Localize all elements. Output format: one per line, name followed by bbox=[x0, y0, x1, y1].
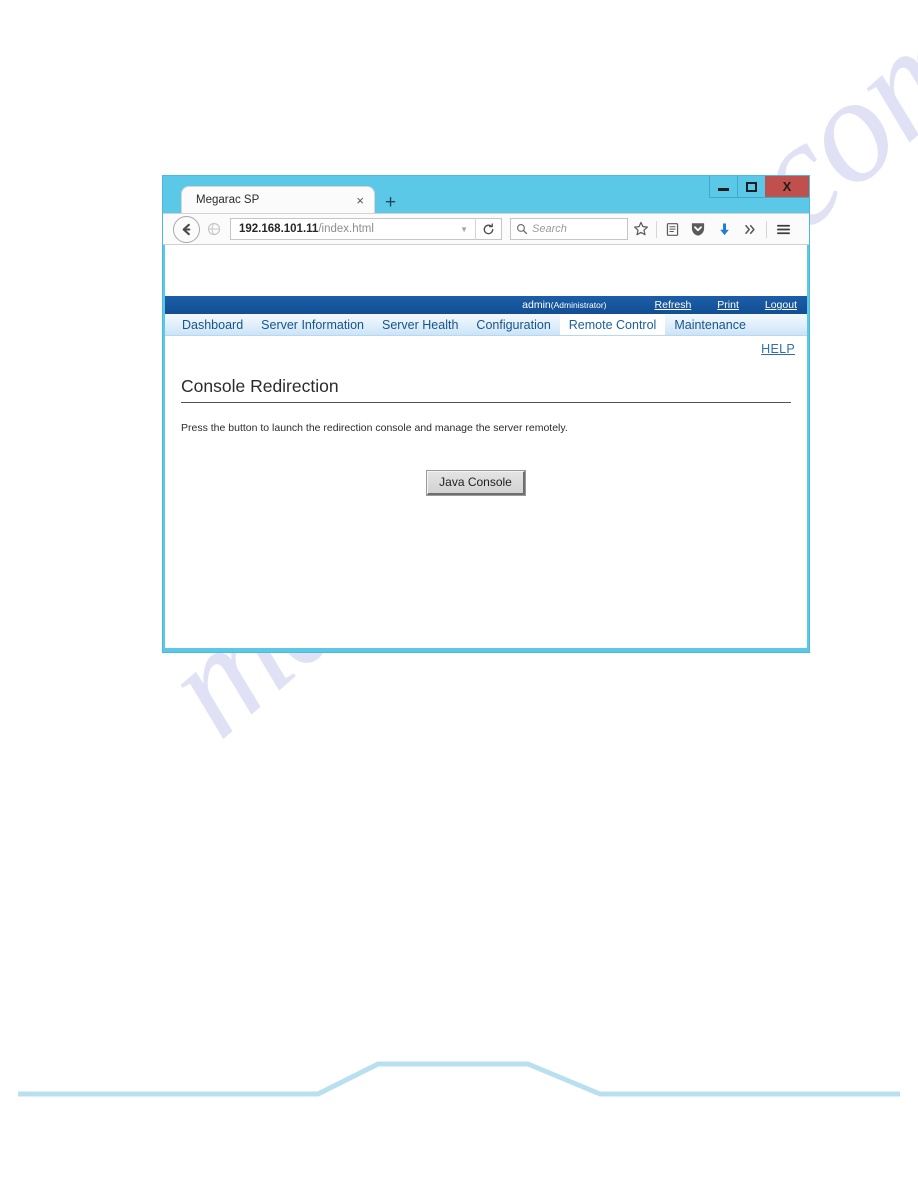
star-icon bbox=[634, 221, 648, 236]
minimize-button[interactable] bbox=[709, 176, 737, 198]
url-bar[interactable]: 192.168.101.11/index.html ▼ bbox=[230, 218, 502, 240]
help-row: HELP bbox=[165, 336, 807, 362]
logout-link[interactable]: Logout bbox=[765, 299, 797, 311]
maximize-button[interactable] bbox=[737, 176, 765, 198]
hamburger-menu-button[interactable] bbox=[770, 217, 796, 241]
admin-bar: admin(Administrator) Refresh Print Logou… bbox=[165, 296, 807, 314]
nav-tab-maintenance[interactable]: Maintenance bbox=[665, 314, 755, 335]
back-arrow-icon bbox=[182, 223, 191, 235]
current-user-name: admin bbox=[522, 299, 551, 311]
nav-tab-remote-control[interactable]: Remote Control bbox=[559, 314, 666, 335]
library-button[interactable] bbox=[659, 217, 685, 241]
chevron-double-right-icon bbox=[744, 224, 755, 234]
minimize-icon bbox=[718, 188, 729, 191]
page-viewport: admin(Administrator) Refresh Print Logou… bbox=[163, 245, 809, 650]
browser-navigation-toolbar: 192.168.101.11/index.html ▼ Search bbox=[163, 213, 809, 245]
nav-tab-dashboard[interactable]: Dashboard bbox=[173, 314, 252, 335]
url-dropdown-icon[interactable]: ▼ bbox=[453, 225, 475, 234]
help-link[interactable]: HELP bbox=[761, 342, 795, 356]
page-title: Console Redirection bbox=[181, 376, 791, 403]
reload-button[interactable] bbox=[475, 218, 501, 240]
main-navigation: Dashboard Server Information Server Heal… bbox=[165, 314, 807, 336]
toolbar-divider bbox=[656, 220, 657, 238]
search-input[interactable]: Search bbox=[510, 218, 628, 240]
close-tab-icon[interactable]: × bbox=[356, 194, 364, 207]
new-tab-button[interactable]: + bbox=[385, 193, 396, 212]
pocket-shield-icon bbox=[691, 223, 705, 236]
refresh-link[interactable]: Refresh bbox=[655, 299, 692, 311]
footer-decoration bbox=[18, 1061, 900, 1097]
nav-tab-server-health[interactable]: Server Health bbox=[373, 314, 467, 335]
page-description: Press the button to launch the redirecti… bbox=[181, 422, 568, 434]
site-banner bbox=[165, 245, 807, 296]
maximize-icon bbox=[746, 181, 757, 192]
url-path: /index.html bbox=[318, 223, 374, 235]
browser-tab-strip: X Megarac SP × + bbox=[163, 176, 809, 213]
print-link[interactable]: Print bbox=[717, 299, 739, 311]
current-user-label: admin(Administrator) bbox=[522, 299, 606, 311]
menu-divider bbox=[766, 220, 767, 238]
forward-button[interactable] bbox=[203, 218, 225, 240]
overflow-button[interactable] bbox=[737, 217, 763, 241]
globe-icon bbox=[207, 222, 221, 236]
button-row: Java Console bbox=[181, 471, 791, 495]
window-controls: X bbox=[709, 176, 809, 198]
download-arrow-icon bbox=[719, 223, 729, 235]
search-icon bbox=[516, 223, 528, 235]
url-text: 192.168.101.11/index.html bbox=[231, 223, 453, 235]
reload-icon bbox=[483, 222, 494, 234]
url-host: 192.168.101.11 bbox=[239, 223, 319, 235]
library-icon bbox=[666, 222, 678, 236]
back-button[interactable] bbox=[173, 215, 200, 243]
browser-window: X Megarac SP × + 192.168.101.11/index.ht… bbox=[162, 175, 810, 653]
browser-tab-title: Megarac SP bbox=[196, 194, 260, 206]
pocket-button[interactable] bbox=[685, 217, 711, 241]
current-user-role: (Administrator) bbox=[550, 300, 607, 310]
nav-tab-configuration[interactable]: Configuration bbox=[467, 314, 559, 335]
bookmark-star-button[interactable] bbox=[628, 217, 654, 241]
close-window-button[interactable]: X bbox=[765, 176, 809, 198]
nav-tab-server-information[interactable]: Server Information bbox=[252, 314, 373, 335]
search-placeholder-text: Search bbox=[532, 223, 567, 235]
downloads-button[interactable] bbox=[711, 217, 737, 241]
browser-tab[interactable]: Megarac SP × bbox=[182, 187, 374, 213]
content-area: Console Redirection Press the button to … bbox=[165, 376, 807, 495]
java-console-button[interactable]: Java Console bbox=[427, 471, 525, 495]
hamburger-menu-icon bbox=[776, 224, 790, 234]
